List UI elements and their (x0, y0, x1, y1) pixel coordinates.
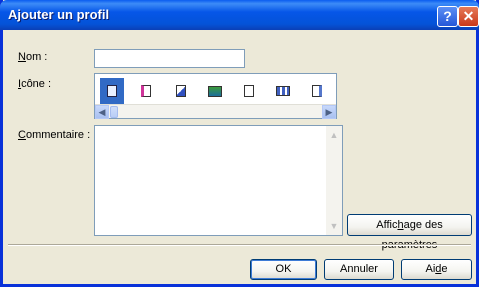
image-document-icon (208, 85, 222, 97)
comment-textarea[interactable]: ▲ ▼ (94, 125, 343, 236)
list-view-icon (276, 86, 290, 96)
chevron-left-icon: ◀ (98, 107, 106, 117)
icon-option-edit-document[interactable] (305, 78, 329, 104)
icon-picker[interactable]: ◀ ▶ (94, 73, 337, 119)
scroll-left-button[interactable]: ◀ (95, 105, 109, 119)
comment-vertical-scrollbar[interactable]: ▲ ▼ (326, 126, 342, 235)
arrow-document-icon (176, 85, 186, 97)
name-field[interactable] (94, 49, 245, 68)
document-icon (107, 85, 117, 97)
icon-option-image[interactable] (203, 78, 227, 104)
icon-option-arrow-document[interactable] (169, 78, 193, 104)
ok-button[interactable]: OK (250, 259, 317, 280)
page-icon (244, 85, 254, 97)
icon-option-document[interactable] (100, 78, 124, 104)
icon-option-list[interactable] (271, 78, 295, 104)
cancel-button[interactable]: Annuler (324, 259, 394, 280)
close-icon: ✕ (462, 8, 475, 24)
title-bar: Ajouter un profil ? ✕ (0, 0, 479, 30)
separator-line (8, 244, 471, 246)
question-icon: ? (443, 8, 452, 24)
pink-document-icon (141, 85, 151, 97)
display-settings-button[interactable]: Affichage des paramètres (347, 214, 472, 251)
chevron-up-icon: ▲ (329, 130, 339, 140)
icon-label: Icône : (18, 78, 52, 90)
help-button[interactable]: Aide (401, 259, 472, 280)
icon-option-pink-document[interactable] (134, 78, 158, 104)
comment-label: Commentaire : (18, 129, 91, 141)
edit-document-icon (312, 85, 322, 97)
dialog-title: Ajouter un profil (8, 7, 110, 22)
name-label: Nom : (18, 51, 48, 63)
chevron-down-icon: ▼ (329, 221, 339, 231)
chevron-right-icon: ▶ (325, 107, 333, 117)
scrollbar-thumb[interactable] (110, 106, 118, 118)
scroll-down-button[interactable]: ▼ (326, 218, 342, 234)
icon-horizontal-scrollbar[interactable]: ◀ ▶ (95, 104, 336, 119)
scroll-up-button[interactable]: ▲ (326, 127, 342, 143)
help-title-button[interactable]: ? (437, 6, 458, 27)
icon-option-page[interactable] (237, 78, 261, 104)
scroll-right-button[interactable]: ▶ (322, 105, 336, 119)
close-button[interactable]: ✕ (458, 6, 479, 27)
